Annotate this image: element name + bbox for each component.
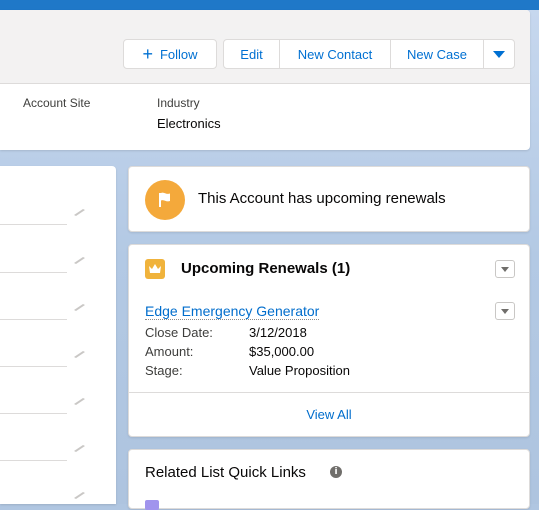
edit-pencil-icon[interactable] [72, 256, 86, 264]
upcoming-renewals-title[interactable]: Upcoming Renewals (1) [181, 260, 350, 277]
record-header-actions-bar: + Follow Edit New Contact New Case [0, 10, 530, 84]
edit-pencil-icon[interactable] [72, 303, 86, 311]
renewal-notice-text: This Account has upcoming renewals [198, 190, 446, 207]
upcoming-renewals-card: Upcoming Renewals (1) Edge Emergency Gen… [128, 244, 530, 437]
card-footer: View All [129, 392, 529, 438]
edit-pencil-icon[interactable] [72, 350, 86, 358]
card-menu-button[interactable] [495, 260, 515, 278]
edit-pencil-icon[interactable] [72, 397, 86, 405]
edit-pencil-icon[interactable] [72, 444, 86, 452]
edit-button[interactable]: Edit [223, 39, 280, 69]
flag-icon [145, 180, 185, 220]
top-band [0, 0, 539, 10]
renewal-notice-card: This Account has upcoming renewals [128, 166, 530, 232]
industry-label: Industry [157, 96, 200, 110]
new-contact-button[interactable]: New Contact [279, 39, 391, 69]
industry-value: Electronics [157, 116, 221, 131]
detail-row-divider [0, 366, 67, 367]
stage-label: Stage: [145, 363, 183, 378]
amount-value: $35,000.00 [249, 344, 315, 359]
detail-row-divider [0, 319, 67, 320]
related-list-quick-links-card: Related List Quick Links i [128, 449, 530, 510]
detail-row-divider [0, 413, 67, 414]
chevron-down-icon [501, 266, 509, 272]
info-icon[interactable]: i [330, 466, 342, 478]
view-all-link[interactable]: View All [129, 407, 529, 422]
action-button-group: Edit New Contact New Case [223, 39, 515, 69]
renewal-record-link[interactable]: Edge Emergency Generator [145, 303, 320, 320]
account-site-label: Account Site [23, 96, 91, 110]
close-date-value: 3/12/2018 [249, 325, 307, 340]
close-date-label: Close Date: [145, 325, 213, 340]
follow-label: Follow [159, 46, 198, 62]
more-actions-button[interactable] [483, 39, 515, 69]
new-case-button[interactable]: New Case [390, 39, 484, 69]
crown-icon [145, 259, 165, 279]
details-card [0, 166, 116, 504]
detail-row-divider [0, 460, 67, 461]
chevron-down-icon [493, 50, 505, 58]
record-menu-button[interactable] [495, 302, 515, 320]
plus-icon: + [142, 44, 153, 64]
related-list-icon [145, 500, 159, 510]
follow-button[interactable]: + Follow [123, 39, 217, 69]
quick-links-title: Related List Quick Links [145, 464, 306, 481]
chevron-down-icon [501, 308, 509, 314]
amount-label: Amount: [145, 344, 194, 359]
record-header: + Follow Edit New Contact New Case Accou… [0, 10, 530, 150]
stage-value: Value Proposition [249, 363, 350, 378]
edit-pencil-icon[interactable] [72, 491, 86, 499]
detail-row-divider [0, 272, 67, 273]
edit-pencil-icon[interactable] [72, 208, 86, 216]
detail-row-divider [0, 224, 67, 225]
